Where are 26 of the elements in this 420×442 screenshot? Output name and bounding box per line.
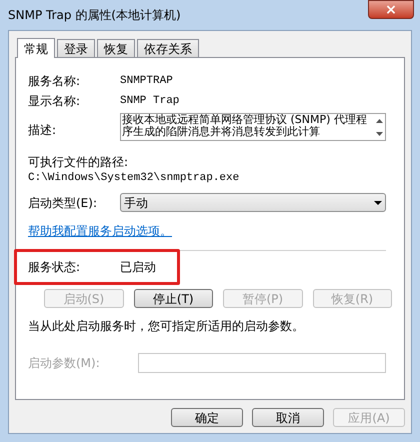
startup-type-dropdown[interactable]: 手动 xyxy=(120,193,386,212)
service-name: SNMPTRAP xyxy=(120,74,173,89)
status-value: 已启动 xyxy=(120,259,156,276)
tab[interactable]: 登录 xyxy=(57,39,95,57)
scroll-up-icon[interactable] xyxy=(376,118,382,122)
dialog-button[interactable]: 确定 xyxy=(171,408,243,427)
field-label: 服务名称: xyxy=(28,73,82,90)
scroll-down-icon[interactable] xyxy=(376,132,382,136)
service-button[interactable]: 停止(T) xyxy=(134,289,213,308)
dialog-button[interactable]: 取消 xyxy=(252,408,324,427)
help-link[interactable]: 帮助我配置服务启动选项。 xyxy=(28,222,172,240)
status-label: 服务状态: xyxy=(28,259,82,276)
dropdown-arrow-icon xyxy=(374,200,382,204)
field-label: 启动类型(E): xyxy=(28,194,98,212)
hint-text: 当从此处启动服务时，您可指定所适用的启动参数。 xyxy=(28,318,305,335)
description-box[interactable]: 接收本地或远程简单网络管理协议 (SNMP) 代理程序生成的陷阱消息并将消息转发到此计算 xyxy=(120,113,386,141)
field-label: 描述: xyxy=(28,122,58,139)
tab[interactable]: 恢复 xyxy=(97,39,135,57)
display-name: SNMP Trap xyxy=(120,94,180,109)
tab[interactable]: 依存关系 xyxy=(137,39,199,57)
window-title: SNMP Trap 的属性(本地计算机) xyxy=(8,7,181,24)
params-label: 启动参数(M): xyxy=(28,355,101,372)
executable-path: C:\Windows\System32\snmptrap.exe xyxy=(28,171,240,185)
path-label: 可执行文件的路径: xyxy=(28,154,130,168)
field-label: 显示名称: xyxy=(28,93,82,110)
tab[interactable]: 常规 xyxy=(17,38,55,58)
